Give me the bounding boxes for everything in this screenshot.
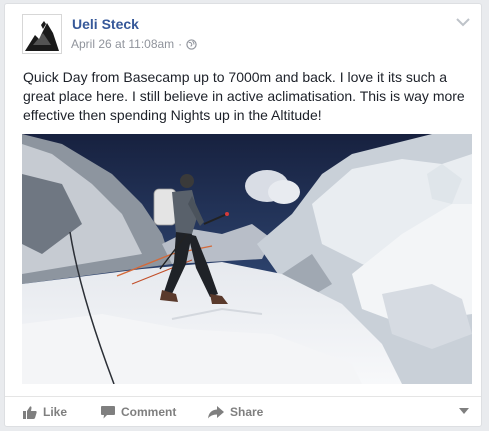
share-label: Share (230, 405, 264, 419)
post-actions-bar: Like Comment Share (5, 396, 481, 429)
photo-climber-on-glacier (22, 134, 472, 384)
post-photo[interactable] (22, 134, 472, 384)
post-text: Quick Day from Basecamp up to 7000m and … (23, 69, 465, 123)
caret-down-icon[interactable] (459, 408, 469, 415)
like-label: Like (43, 405, 68, 419)
author-name[interactable]: Ueli Steck (72, 16, 139, 32)
comment-button[interactable]: Comment (101, 405, 176, 419)
climber-logo (23, 15, 61, 53)
thumbs-up-icon (23, 405, 37, 419)
share-button[interactable]: Share (208, 405, 263, 419)
like-button[interactable]: Like (23, 405, 67, 419)
post-card: Ueli Steck April 26 at 11:08am · Quick D… (4, 3, 482, 427)
post-meta: April 26 at 11:08am · (71, 37, 197, 51)
meta-separator: · (178, 37, 183, 51)
share-arrow-icon (208, 405, 224, 418)
chevron-down-icon[interactable] (455, 16, 471, 28)
avatar[interactable] (22, 14, 62, 54)
timestamp[interactable]: April 26 at 11:08am (71, 37, 174, 51)
comment-label: Comment (121, 405, 177, 419)
globe-icon[interactable] (186, 38, 197, 50)
comment-icon (101, 405, 115, 418)
